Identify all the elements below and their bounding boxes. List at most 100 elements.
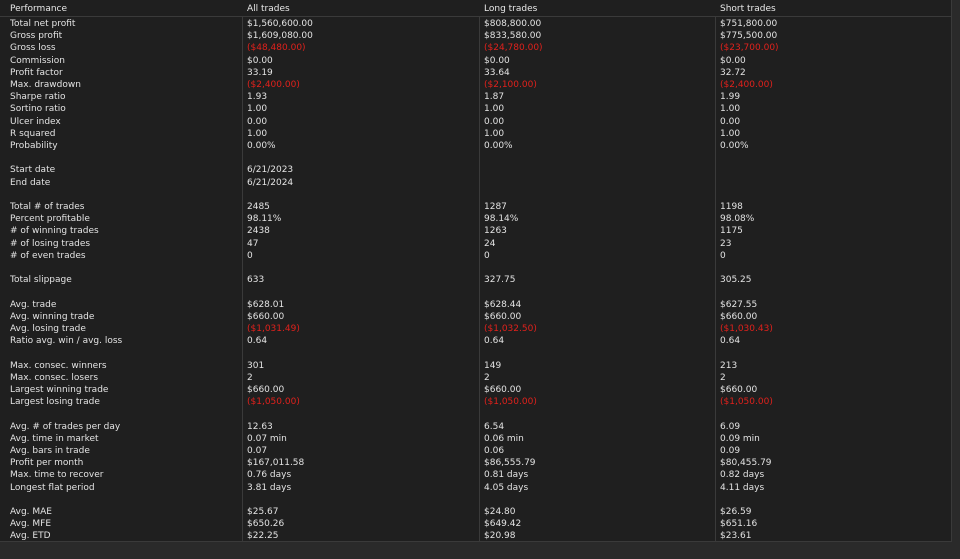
cell-all-trades: $660.00 [247, 311, 285, 322]
row-label: Probability [10, 141, 58, 152]
cell-all-trades: $1,609,080.00 [247, 31, 313, 42]
cell-long-trades: ($1,050.00) [484, 397, 537, 408]
cell-short-trades: 0.09 min [720, 433, 760, 444]
cell-long-trades: $0.00 [484, 55, 510, 66]
row-label: Largest losing trade [10, 397, 100, 408]
row-label: Max. consec. winners [10, 360, 107, 371]
cell-long-trades: 0.06 [484, 446, 505, 457]
cell-all-trades: $650.26 [247, 519, 285, 530]
header-all-trades[interactable]: All trades [247, 2, 477, 16]
row-label: Longest flat period [10, 482, 95, 493]
cell-all-trades: ($1,050.00) [247, 397, 300, 408]
cell-long-trades: ($24,780.00) [484, 43, 543, 54]
cell-short-trades [720, 347, 950, 359]
table-row: Start date 6/21/2023 [0, 164, 952, 176]
cell-long-trades: 0 [484, 250, 490, 261]
cell-short-trades [720, 286, 950, 298]
cell-short-trades: ($23,700.00) [720, 43, 779, 54]
cell-short-trades: $775,500.00 [720, 31, 778, 42]
header-performance[interactable]: Performance [10, 2, 242, 16]
cell-all-trades: ($2,400.00) [247, 80, 300, 91]
row-label: Start date [10, 165, 56, 176]
row-label: End date [10, 177, 51, 188]
cell-short-trades: $0.00 [720, 55, 746, 66]
row-label: Avg. MFE [10, 519, 52, 530]
table-row [0, 189, 952, 201]
cell-all-trades: 1.93 [247, 92, 268, 103]
cell-all-trades: 98.11% [247, 214, 282, 225]
cell-long-trades: 0.00 [484, 116, 505, 127]
table-row: # of losing trades 47 24 23 [0, 238, 952, 250]
cell-short-trades: $651.16 [720, 519, 758, 530]
row-label: Avg. # of trades per day [10, 421, 121, 432]
cell-all-trades: $25.67 [247, 507, 279, 518]
cell-short-trades: 98.08% [720, 214, 755, 225]
cell-all-trades: 2485 [247, 202, 270, 213]
cell-short-trades: $660.00 [720, 385, 758, 396]
cell-long-trades: 0.81 days [484, 470, 529, 481]
cell-all-trades: ($1,031.49) [247, 324, 300, 335]
row-label [10, 189, 242, 201]
row-label: R squared [10, 128, 56, 139]
cell-all-trades: $660.00 [247, 385, 285, 396]
table-row: End date 6/21/2024 [0, 177, 952, 189]
row-label: Total # of trades [10, 202, 85, 213]
cell-all-trades: 0 [247, 250, 253, 261]
cell-short-trades: ($1,050.00) [720, 397, 773, 408]
table-row: Total # of trades 2485 1287 1198 [0, 201, 952, 213]
cell-all-trades: $167,011.58 [247, 458, 305, 469]
cell-long-trades: 24 [484, 238, 496, 249]
cell-long-trades: $628.44 [484, 299, 522, 310]
cell-short-trades: 0.09 [720, 446, 741, 457]
table-row: Avg. losing trade ($1,031.49) ($1,032.50) (… [0, 323, 952, 335]
table-row: Profit per month $167,011.58 $86,555.79 $80… [0, 457, 952, 469]
cell-short-trades [720, 189, 950, 201]
cell-long-trades: 4.05 days [484, 482, 529, 493]
cell-long-trades: 149 [484, 360, 502, 371]
table-row: Ratio avg. win / avg. loss 0.64 0.64 0.64 [0, 335, 952, 347]
table-row: Avg. winning trade $660.00 $660.00 $660.00 [0, 311, 952, 323]
row-label: Percent profitable [10, 214, 90, 225]
row-label: # of losing trades [10, 238, 91, 249]
cell-short-trades: 6.09 [720, 421, 741, 432]
table-row: Avg. trade $628.01 $628.44 $627.55 [0, 299, 952, 311]
cell-all-trades [247, 347, 477, 359]
table-row: Commission $0.00 $0.00 $0.00 [0, 55, 952, 67]
row-label: Profit factor [10, 67, 63, 78]
cell-all-trades: 2 [247, 372, 253, 383]
cell-short-trades: ($2,400.00) [720, 80, 773, 91]
row-label: # of winning trades [10, 226, 99, 237]
cell-all-trades: 0.07 [247, 446, 268, 457]
cell-long-trades [484, 177, 714, 189]
cell-long-trades: $86,555.79 [484, 458, 536, 469]
table-row: Total net profit $1,560,600.00 $808,800.00… [0, 18, 952, 30]
cell-long-trades: $833,580.00 [484, 31, 542, 42]
cell-long-trades [484, 189, 714, 201]
cell-long-trades: $808,800.00 [484, 19, 542, 30]
row-label: Sortino ratio [10, 104, 66, 115]
table-row: Avg. ETD $22.25 $20.98 $23.61 [0, 530, 952, 542]
cell-all-trades: $0.00 [247, 55, 273, 66]
table-row [0, 262, 952, 274]
header-short-trades[interactable]: Short trades [720, 2, 950, 16]
cell-all-trades: 0.07 min [247, 433, 287, 444]
row-label [10, 286, 242, 298]
cell-short-trades: 0.82 days [720, 470, 765, 481]
cell-long-trades: $660.00 [484, 385, 522, 396]
cell-short-trades [720, 494, 950, 506]
row-label: Gross loss [10, 43, 56, 54]
cell-all-trades: 0.00% [247, 141, 276, 152]
cell-all-trades: 633 [247, 275, 265, 286]
cell-all-trades: $628.01 [247, 299, 285, 310]
cell-all-trades: 6/21/2023 [247, 165, 294, 176]
row-label: Avg. time in market [10, 433, 99, 444]
cell-long-trades: $20.98 [484, 531, 516, 542]
cell-all-trades: 0.00 [247, 116, 268, 127]
cell-all-trades: $22.25 [247, 531, 279, 542]
row-label: Max. drawdown [10, 80, 81, 91]
cell-short-trades: 0.00% [720, 141, 749, 152]
cell-short-trades: 305.25 [720, 275, 752, 286]
header-long-trades[interactable]: Long trades [484, 2, 714, 16]
cell-short-trades [720, 408, 950, 420]
cell-all-trades [247, 408, 477, 420]
